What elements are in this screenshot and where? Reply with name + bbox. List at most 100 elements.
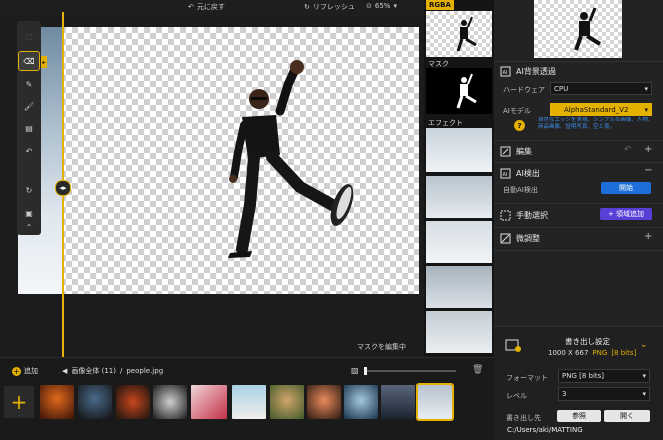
rgba-label: RGBA — [426, 0, 454, 10]
open-folder-button[interactable]: 開く — [604, 410, 650, 422]
model-select[interactable]: AlphaStandard_V2 ▾ — [550, 103, 652, 116]
model-label: AIモデル — [503, 107, 531, 115]
export-title: 書き出し設定 — [565, 337, 610, 346]
format-label: フォーマット — [506, 374, 548, 382]
svg-text:AI: AI — [503, 70, 508, 76]
paint-roller-icon[interactable]: ▤ — [19, 119, 39, 137]
rgba-preview[interactable] — [426, 11, 492, 57]
refresh-button[interactable]: ↻ リフレッシュ — [304, 2, 355, 12]
brush-tool-icon[interactable]: 🖌 — [19, 97, 39, 115]
effect-label: エフェクト — [428, 119, 463, 127]
add-image-link[interactable]: + 追加 — [12, 366, 38, 376]
image-thumb[interactable] — [381, 385, 415, 419]
tool-expand-icon[interactable]: ▸ — [41, 56, 47, 68]
undo-tool-icon[interactable]: ↶ — [19, 142, 39, 160]
minus-icon[interactable]: − — [644, 165, 652, 176]
chevron-down-icon: ▾ — [644, 105, 648, 114]
browse-button[interactable]: 参照 — [557, 410, 601, 422]
collapse-icon[interactable]: ⌃ — [19, 221, 39, 233]
effect-thumb-5[interactable] — [426, 311, 492, 353]
level-label: レベル — [506, 392, 527, 400]
image-thumb[interactable] — [344, 385, 378, 419]
breadcrumb-all[interactable]: 画像全体 (11) — [71, 366, 116, 376]
ai-detect-icon: AI — [500, 168, 511, 179]
image-icon: ▨ — [351, 366, 359, 375]
hardware-select[interactable]: CPU ▾ — [550, 82, 652, 95]
person-cutout — [228, 60, 354, 258]
export-path: C:/Users/aki/MATTING — [507, 426, 583, 434]
image-thumb[interactable] — [153, 385, 187, 419]
dest-label: 書き出し先 — [506, 414, 541, 422]
undo-icon[interactable]: ↶ — [624, 145, 632, 155]
chevron-down-icon: ▾ — [644, 84, 648, 93]
edit-title: 編集 — [516, 147, 532, 156]
image-thumb[interactable] — [116, 385, 150, 419]
effect-thumb-3[interactable] — [426, 221, 492, 263]
undo-icon: ↶ — [188, 3, 194, 11]
marquee-tool-icon[interactable]: ⬚ — [19, 27, 39, 45]
help-icon[interactable]: ? — [514, 120, 525, 131]
person-thumb-icon — [574, 7, 602, 51]
fine-tune-icon — [500, 233, 511, 244]
chevron-down-double-icon[interactable]: ⌄ — [640, 340, 648, 350]
ai-detect-title: AI検出 — [516, 169, 540, 178]
mask-edit-status: マスクを編集中 — [357, 343, 406, 351]
effect-thumb-4[interactable] — [426, 266, 492, 308]
breadcrumb: ◀ 画像全体 (11) / people.jpg — [62, 366, 164, 376]
export-summary: 1000 X 667 PNG [8 bits] — [548, 349, 637, 357]
rotate-icon[interactable]: ↻ — [19, 181, 39, 199]
image-thumb[interactable] — [232, 385, 266, 419]
effect-thumb-1[interactable] — [426, 128, 492, 172]
hardware-label: ハードウェア — [503, 86, 545, 94]
image-thumb[interactable] — [40, 385, 74, 419]
svg-text:AI: AI — [503, 172, 508, 178]
image-thumb[interactable] — [78, 385, 112, 419]
plus-icon[interactable]: + — [644, 144, 652, 155]
export-icon — [505, 339, 521, 352]
thumbnail-size-slider[interactable] — [364, 367, 456, 375]
compare-handle-icon[interactable]: ◂▸ — [55, 180, 71, 196]
fine-tune-title: 微調整 — [516, 234, 540, 243]
zoom-control[interactable]: ⊙ 65% ▾ — [366, 2, 397, 10]
chevron-down-icon: ▾ — [642, 390, 646, 398]
image-canvas[interactable] — [18, 27, 419, 294]
ai-bg-icon: AI — [500, 66, 511, 77]
trash-icon[interactable]: 🗑 — [472, 365, 483, 375]
plus-circle-icon: + — [12, 366, 21, 376]
frame-icon[interactable]: ▣ — [19, 204, 39, 222]
image-thumb[interactable] — [307, 385, 341, 419]
fine-tune-section[interactable]: 微調整 + — [494, 227, 663, 251]
start-detect-button[interactable]: 開始 — [601, 182, 651, 194]
mask-preview[interactable] — [426, 68, 492, 114]
model-description: 自然なエッジを実現。シンプルな画像、人物、商品画像、証明写真、空と夜。 — [538, 117, 654, 130]
chevron-down-icon: ▾ — [393, 2, 397, 10]
auto-detect-label: 自動AI検出 — [503, 186, 538, 194]
zoom-icon: ⊙ — [366, 2, 372, 10]
pencil-tool-icon[interactable]: ✎ — [19, 75, 39, 93]
result-preview — [534, 0, 622, 58]
ai-bg-title: AI背景透過 — [516, 67, 556, 76]
level-select[interactable]: 3 ▾ — [558, 387, 650, 401]
effect-thumb-2[interactable] — [426, 176, 492, 218]
eraser-tool-icon[interactable]: ⌫ — [18, 51, 40, 71]
image-thumb[interactable] — [270, 385, 304, 419]
image-thumb-selected[interactable] — [416, 383, 454, 421]
edit-section[interactable]: 編集 ↶ + — [494, 140, 663, 163]
add-area-button[interactable]: + 領域追加 — [600, 208, 652, 220]
tool-palette: ⬚ ⌫ ✎ 🖌 ▤ ↶ ↻ ▣ ⌃ — [17, 21, 41, 235]
add-image-button[interactable]: + — [4, 386, 34, 418]
format-select[interactable]: PNG [8 bits] ▾ — [558, 369, 650, 383]
undo-button[interactable]: ↶ 元に戻す — [188, 2, 225, 12]
breadcrumb-file: people.jpg — [126, 367, 164, 375]
back-arrow-icon[interactable]: ◀ — [62, 367, 67, 375]
mask-thumb-icon — [456, 73, 477, 109]
edit-icon — [500, 146, 511, 157]
slider-handle[interactable] — [364, 367, 367, 375]
manual-select-title: 手動選択 — [516, 211, 548, 220]
person-thumb-icon — [456, 16, 477, 52]
chevron-down-icon: ▾ — [642, 372, 646, 380]
selection-icon — [500, 210, 511, 221]
image-thumb[interactable] — [191, 385, 227, 419]
refresh-icon: ↻ — [304, 3, 310, 11]
plus-icon[interactable]: + — [644, 231, 652, 242]
